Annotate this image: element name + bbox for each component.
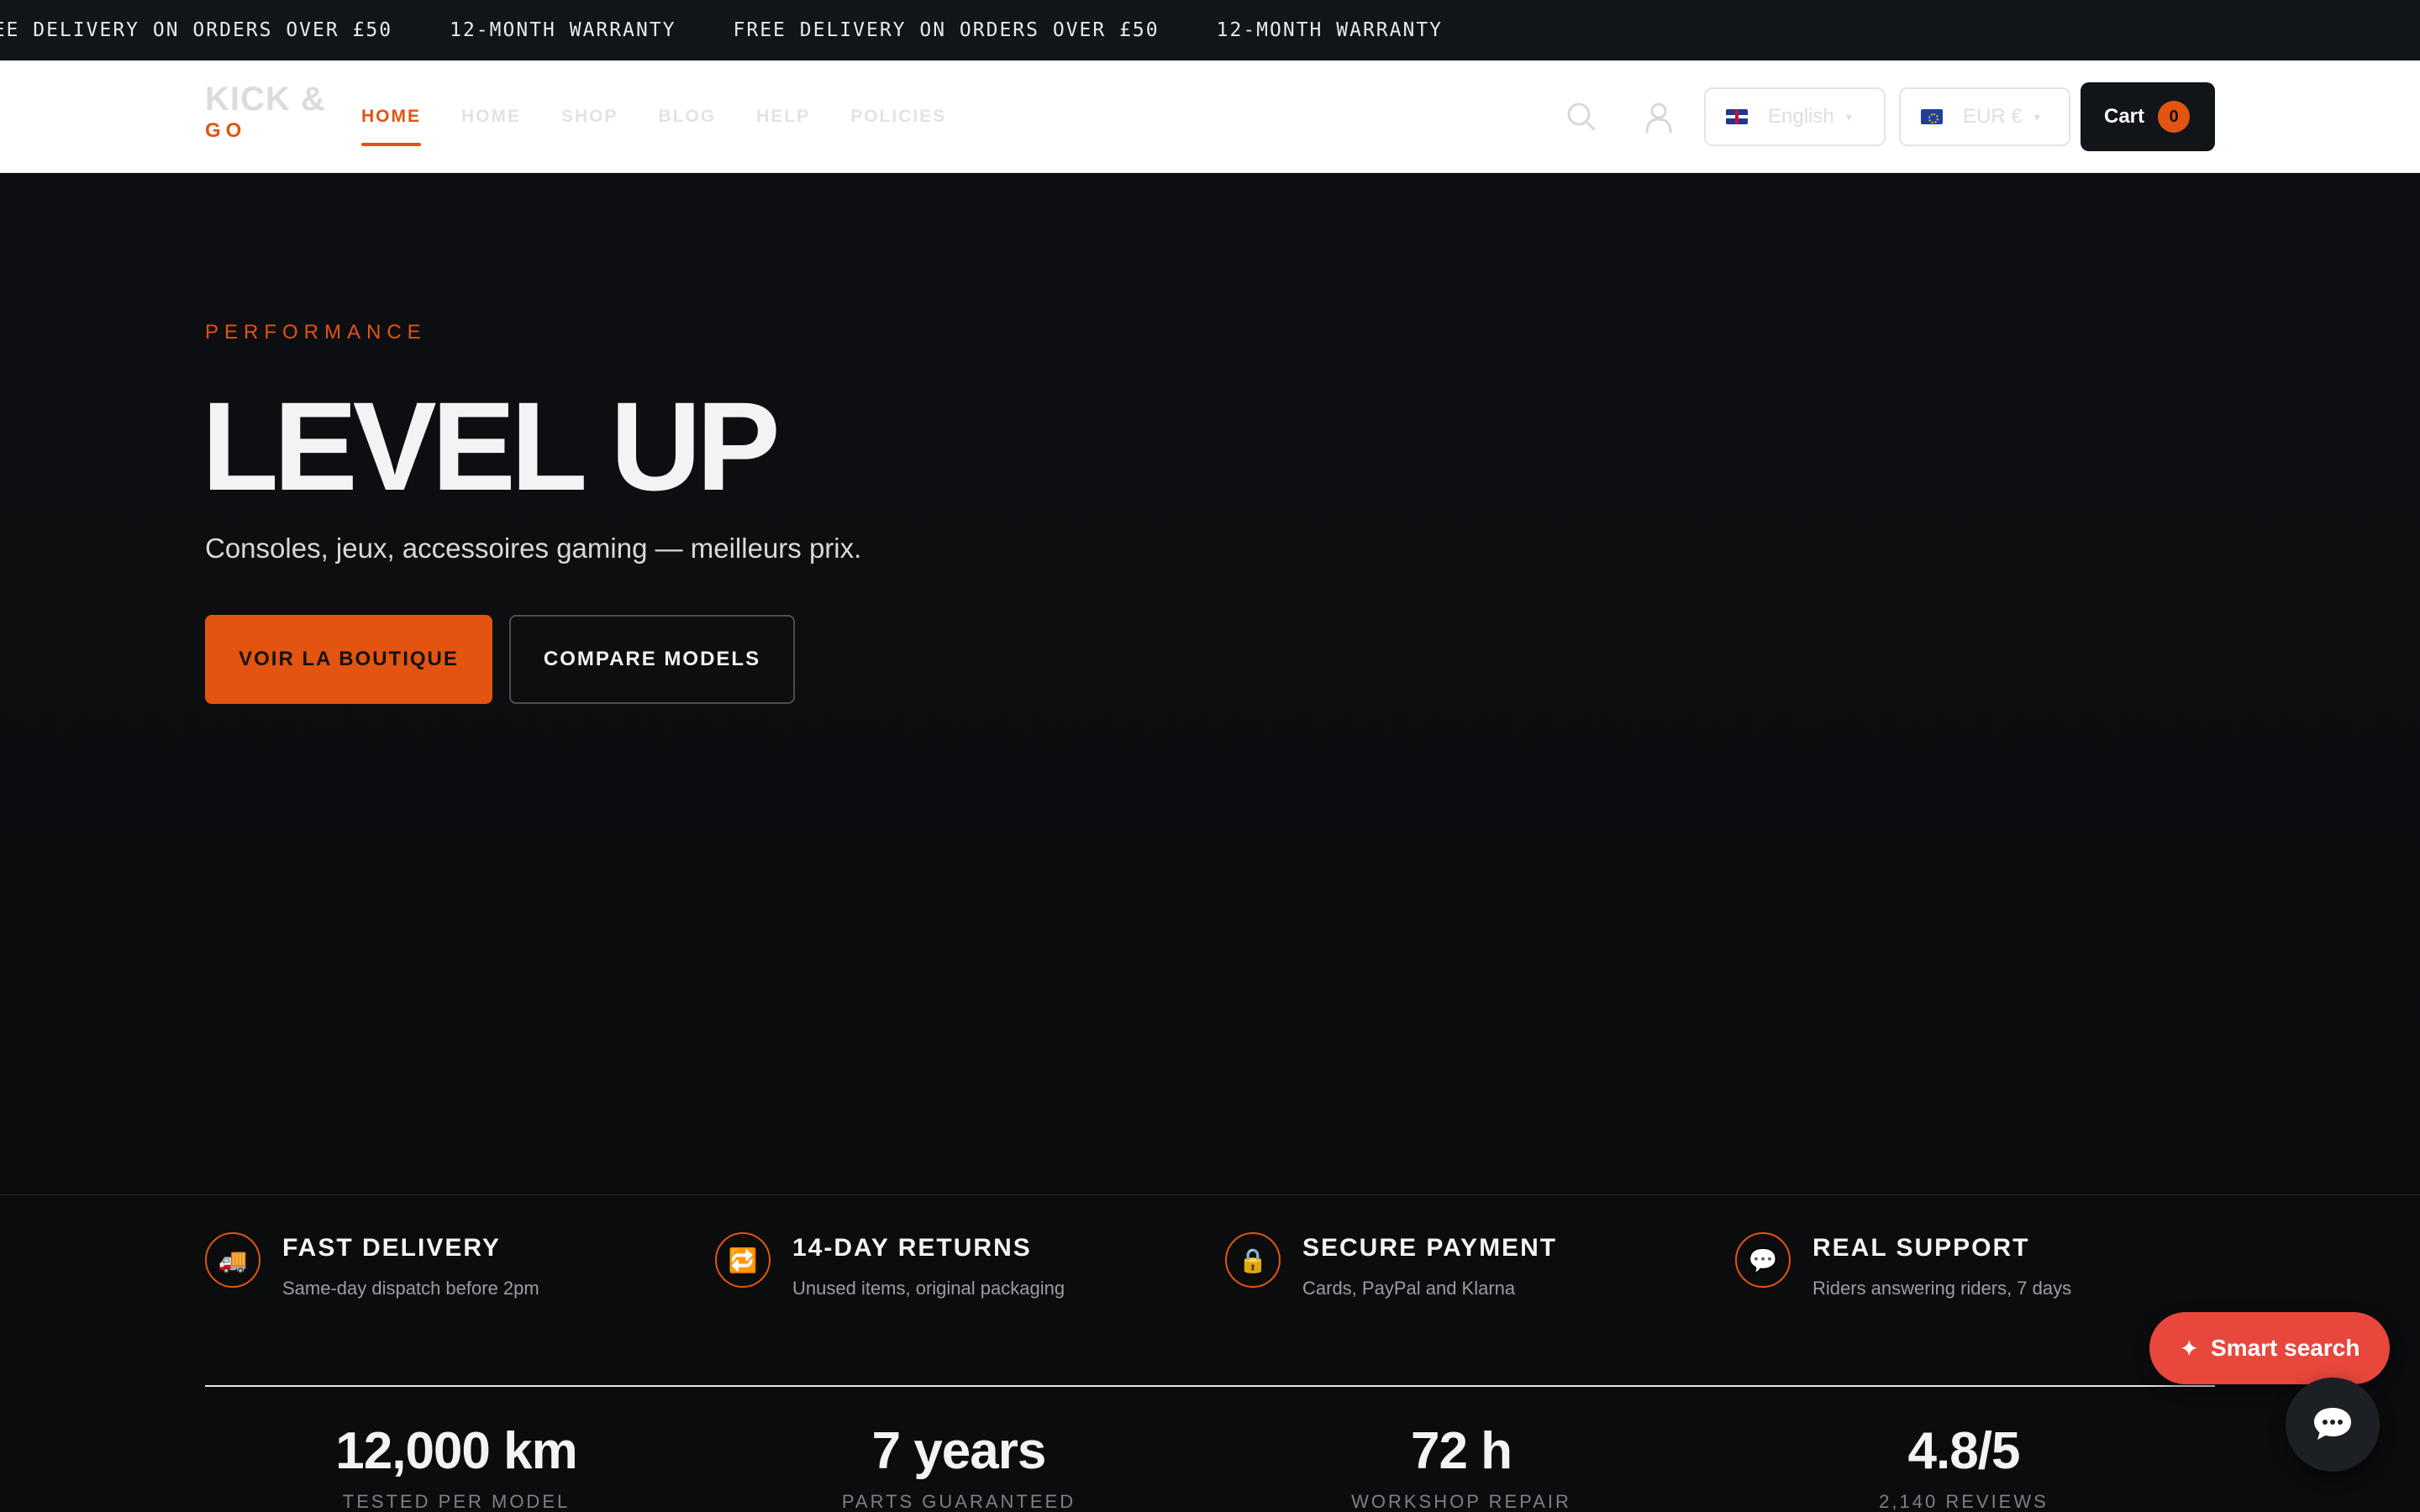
eu-flag-icon [1921, 109, 1943, 124]
currency-value: EUR € [1963, 105, 2023, 128]
stat-label: WORKSHOP REPAIR [1351, 1491, 1571, 1512]
shop-cta-button[interactable]: VOIR LA BOUTIQUE [205, 615, 492, 704]
cart-count-badge: 0 [2158, 101, 2191, 133]
announcement-ticker: FREE DELIVERY ON ORDERS OVER £50 12-MONT… [0, 0, 2420, 60]
feature-description: Same-day dispatch before 2pm [282, 1278, 539, 1299]
ticker-track: FREE DELIVERY ON ORDERS OVER £50 12-MONT… [0, 0, 1500, 60]
nav-home[interactable]: HOME [461, 60, 521, 173]
nav-home-active[interactable]: HOME [361, 60, 421, 173]
chat-icon [2314, 1408, 2351, 1440]
main-nav: HOME HOME SHOP BLOG HELP POLICIES [361, 60, 986, 173]
nav-shop[interactable]: SHOP [561, 60, 618, 173]
feature-description: Riders answering riders, 7 days [1812, 1278, 2072, 1299]
stat-value: 12,000 km [335, 1422, 577, 1480]
stat-item: 7 years PARTS GUARANTEED [708, 1422, 1210, 1512]
feature-description: Cards, PayPal and Klarna [1302, 1278, 1516, 1299]
stat-item: 4.8/5 2,140 REVIEWS [1712, 1422, 2215, 1512]
ticker-item-delivery: FREE DELIVERY ON ORDERS OVER £50 [0, 19, 393, 41]
account-icon[interactable] [1640, 98, 1677, 135]
ticker-item-warranty: 12-MONTH WARRANTY [450, 19, 676, 41]
hero-subtitle: Consoles, jeux, accessoires gaming — mei… [205, 533, 862, 564]
cart-label: Cart [2104, 105, 2145, 128]
hero-eyebrow: PERFORMANCE [205, 321, 427, 344]
stat-label: PARTS GUARANTEED [841, 1491, 1076, 1512]
nav-blog[interactable]: BLOG [659, 60, 717, 173]
cart-button[interactable]: Cart 0 [2081, 82, 2215, 151]
logo-wordmark-bottom: GO [205, 119, 247, 142]
uk-flag-icon [1726, 109, 1748, 124]
stat-item: 12,000 km TESTED PER MODEL [205, 1422, 708, 1512]
smart-search-label: Smart search [2211, 1335, 2360, 1361]
currency-select[interactable]: EUR € ▾ [1899, 87, 2070, 146]
nav-policies[interactable]: POLICIES [850, 60, 946, 173]
feature-title: 14-DAY RETURNS [792, 1234, 1032, 1262]
stat-label: 2,140 REVIEWS [1879, 1491, 2049, 1512]
stat-value: 7 years [871, 1422, 1047, 1480]
sparkle-icon: ✦ [2179, 1335, 2200, 1362]
section-divider [205, 1385, 2215, 1387]
truck-icon: 🚚 [205, 1232, 260, 1288]
chat-widget-button[interactable] [2286, 1378, 2380, 1472]
feature-title: FAST DELIVERY [282, 1234, 501, 1262]
ticker-item-warranty: 12-MONTH WARRANTY [1216, 19, 1444, 41]
features-section: 🚚 FAST DELIVERY Same-day dispatch before… [0, 1194, 2420, 1512]
logo-wordmark-top: KICK & [205, 81, 326, 118]
feature-description: Unused items, original packaging [792, 1278, 1065, 1299]
stat-value: 72 h [1410, 1422, 1512, 1480]
compare-models-button[interactable]: COMPARE MODELS [509, 615, 795, 704]
nav-help[interactable]: HELP [756, 60, 810, 173]
return-icon: 🔁 [715, 1232, 771, 1288]
site-header: KICK & GO HOME HOME SHOP BLOG HELP POLIC… [0, 60, 2420, 173]
language-value: English [1768, 105, 1834, 128]
chevron-down-icon: ▾ [2033, 109, 2040, 123]
smart-search-button[interactable]: ✦ Smart search [2149, 1312, 2390, 1384]
chevron-down-icon: ▾ [1845, 109, 1852, 123]
lock-icon: 🔒 [1225, 1232, 1281, 1288]
stat-value: 4.8/5 [1907, 1422, 2021, 1480]
language-select[interactable]: English ▾ [1704, 87, 1886, 146]
ticker-item-delivery: FREE DELIVERY ON ORDERS OVER £50 [733, 19, 1160, 41]
chat-bubble-icon: 💬 [1735, 1232, 1791, 1288]
search-icon[interactable] [1563, 98, 1600, 135]
hero-title: LEVEL UP [202, 375, 781, 517]
feature-title: SECURE PAYMENT [1302, 1234, 1558, 1262]
feature-title: REAL SUPPORT [1812, 1234, 2030, 1262]
stat-label: TESTED PER MODEL [342, 1491, 571, 1512]
stat-item: 72 h WORKSHOP REPAIR [1210, 1422, 1712, 1512]
logo[interactable]: KICK & GO [205, 81, 331, 156]
